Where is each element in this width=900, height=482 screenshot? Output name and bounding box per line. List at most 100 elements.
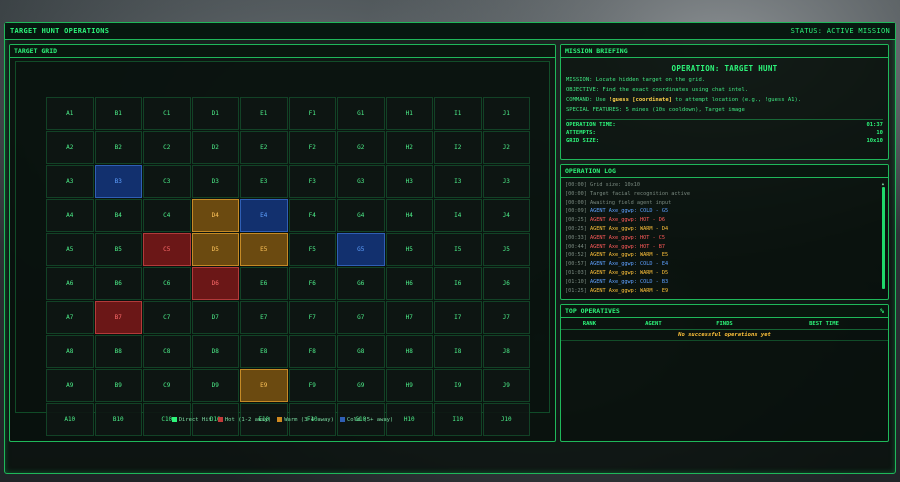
column-header[interactable]: FINDS — [688, 319, 761, 330]
grid-cell-i6[interactable]: I6 — [434, 267, 482, 300]
grid-cell-g4[interactable]: G4 — [337, 199, 385, 232]
grid-cell-i4[interactable]: I4 — [434, 199, 482, 232]
grid-cell-f4[interactable]: F4 — [288, 199, 336, 232]
grid-cell-h5[interactable]: H5 — [385, 233, 433, 266]
grid-cell-i8[interactable]: I8 — [434, 335, 482, 368]
grid-cell-a8[interactable]: A8 — [46, 335, 94, 368]
grid-cell-d6[interactable]: D6 — [191, 267, 239, 300]
grid-cell-f7[interactable]: F7 — [288, 301, 336, 334]
grid-cell-c7[interactable]: C7 — [143, 301, 191, 334]
grid-cell-d3[interactable]: D3 — [191, 165, 239, 198]
grid-cell-e9[interactable]: E9 — [240, 369, 288, 402]
grid-cell-g2[interactable]: G2 — [337, 131, 385, 164]
grid-cell-i5[interactable]: I5 — [434, 233, 482, 266]
grid-cell-e3[interactable]: E3 — [240, 165, 288, 198]
grid-cell-h4[interactable]: H4 — [385, 199, 433, 232]
grid-cell-b4[interactable]: B4 — [94, 199, 142, 232]
grid-cell-j2[interactable]: J2 — [482, 131, 530, 164]
grid-cell-d7[interactable]: D7 — [191, 301, 239, 334]
grid-cell-f5[interactable]: F5 — [288, 233, 336, 266]
grid-cell-d5[interactable]: D5 — [191, 233, 239, 266]
grid-cell-j4[interactable]: J4 — [482, 199, 530, 232]
grid-cell-b8[interactable]: B8 — [94, 335, 142, 368]
grid-cell-c1[interactable]: C1 — [143, 97, 191, 130]
column-header[interactable]: BEST TIME — [760, 319, 888, 330]
grid-cell-b6[interactable]: B6 — [94, 267, 142, 300]
grid-cell-b1[interactable]: B1 — [94, 97, 142, 130]
grid-cell-a1[interactable]: A1 — [46, 97, 94, 130]
grid-cell-e7[interactable]: E7 — [240, 301, 288, 334]
grid-cell-h7[interactable]: H7 — [385, 301, 433, 334]
log-scrollbar[interactable]: ▲ — [881, 181, 885, 295]
grid-cell-j5[interactable]: J5 — [482, 233, 530, 266]
grid-cell-a2[interactable]: A2 — [46, 131, 94, 164]
command-text: COMMAND: Use !guess [coordinate] to atte… — [566, 97, 883, 103]
grid-cell-e1[interactable]: E1 — [240, 97, 288, 130]
grid-cell-b9[interactable]: B9 — [94, 369, 142, 402]
grid-cell-f3[interactable]: F3 — [288, 165, 336, 198]
grid-cell-a3[interactable]: A3 — [46, 165, 94, 198]
grid-cell-j3[interactable]: J3 — [482, 165, 530, 198]
grid-cell-g9[interactable]: G9 — [337, 369, 385, 402]
grid-cell-i9[interactable]: I9 — [434, 369, 482, 402]
grid-cell-e4[interactable]: E4 — [240, 199, 288, 232]
grid-cell-e8[interactable]: E8 — [240, 335, 288, 368]
grid-cell-c2[interactable]: C2 — [143, 131, 191, 164]
grid-cell-f1[interactable]: F1 — [288, 97, 336, 130]
grid-cell-g6[interactable]: G6 — [337, 267, 385, 300]
grid-cell-b2[interactable]: B2 — [94, 131, 142, 164]
grid-cell-c5[interactable]: C5 — [143, 233, 191, 266]
grid-cell-g8[interactable]: G8 — [337, 335, 385, 368]
percent-icon: % — [880, 307, 884, 315]
grid-cell-i7[interactable]: I7 — [434, 301, 482, 334]
log-result: HOT - C5 — [639, 234, 665, 241]
grid-cell-h8[interactable]: H8 — [385, 335, 433, 368]
column-header[interactable]: AGENT — [617, 319, 689, 330]
grid-cell-e6[interactable]: E6 — [240, 267, 288, 300]
grid-cell-g1[interactable]: G1 — [337, 97, 385, 130]
grid-cell-b5[interactable]: B5 — [94, 233, 142, 266]
grid-cell-a4[interactable]: A4 — [46, 199, 94, 232]
grid-cell-f2[interactable]: F2 — [288, 131, 336, 164]
grid-cell-j9[interactable]: J9 — [482, 369, 530, 402]
grid-cell-c3[interactable]: C3 — [143, 165, 191, 198]
grid-cell-b3[interactable]: B3 — [94, 165, 142, 198]
grid-cell-c8[interactable]: C8 — [143, 335, 191, 368]
grid-cell-j7[interactable]: J7 — [482, 301, 530, 334]
grid-cell-e2[interactable]: E2 — [240, 131, 288, 164]
grid-cell-d1[interactable]: D1 — [191, 97, 239, 130]
grid-cell-h2[interactable]: H2 — [385, 131, 433, 164]
column-header[interactable]: RANK — [561, 319, 618, 330]
grid-cell-d9[interactable]: D9 — [191, 369, 239, 402]
grid-cell-d8[interactable]: D8 — [191, 335, 239, 368]
grid-cell-d4[interactable]: D4 — [191, 199, 239, 232]
grid-cell-f9[interactable]: F9 — [288, 369, 336, 402]
grid-cell-f8[interactable]: F8 — [288, 335, 336, 368]
grid-cell-h3[interactable]: H3 — [385, 165, 433, 198]
grid-cell-j1[interactable]: J1 — [482, 97, 530, 130]
grid-cell-c6[interactable]: C6 — [143, 267, 191, 300]
grid-cell-h6[interactable]: H6 — [385, 267, 433, 300]
grid-cell-a9[interactable]: A9 — [46, 369, 94, 402]
grid-cell-d2[interactable]: D2 — [191, 131, 239, 164]
scroll-thumb[interactable] — [881, 187, 885, 289]
grid-cell-a7[interactable]: A7 — [46, 301, 94, 334]
grid-cell-i1[interactable]: I1 — [434, 97, 482, 130]
grid-cell-c4[interactable]: C4 — [143, 199, 191, 232]
grid-cell-g7[interactable]: G7 — [337, 301, 385, 334]
grid-cell-a6[interactable]: A6 — [46, 267, 94, 300]
grid-cell-g3[interactable]: G3 — [337, 165, 385, 198]
scroll-up-icon[interactable]: ▲ — [881, 181, 885, 186]
grid-cell-h9[interactable]: H9 — [385, 369, 433, 402]
grid-cell-i3[interactable]: I3 — [434, 165, 482, 198]
grid-cell-j6[interactable]: J6 — [482, 267, 530, 300]
grid-cell-e5[interactable]: E5 — [240, 233, 288, 266]
grid-cell-i2[interactable]: I2 — [434, 131, 482, 164]
grid-cell-g5[interactable]: G5 — [337, 233, 385, 266]
grid-cell-a5[interactable]: A5 — [46, 233, 94, 266]
grid-cell-f6[interactable]: F6 — [288, 267, 336, 300]
grid-cell-c9[interactable]: C9 — [143, 369, 191, 402]
grid-cell-j8[interactable]: J8 — [482, 335, 530, 368]
grid-cell-h1[interactable]: H1 — [385, 97, 433, 130]
grid-cell-b7[interactable]: B7 — [94, 301, 142, 334]
